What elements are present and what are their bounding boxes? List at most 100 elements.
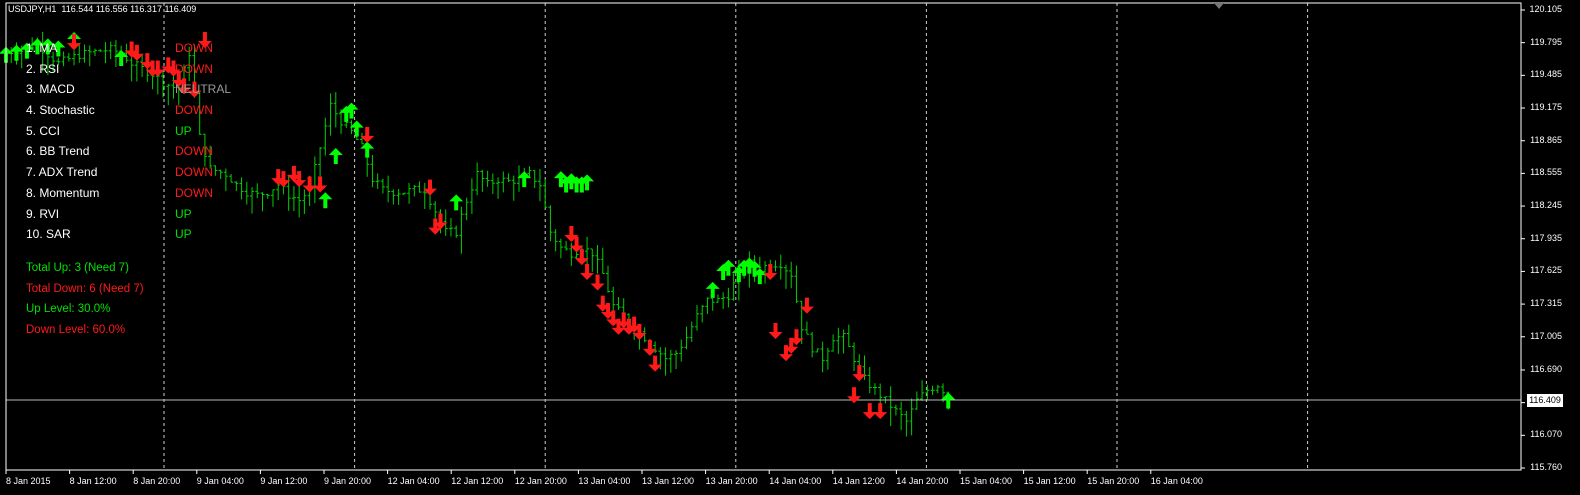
ohlc-bar	[532, 169, 537, 189]
time-tick-label: 16 Jan 04:00	[1150, 476, 1203, 486]
ohlc-bar	[250, 187, 255, 214]
ohlc-bar	[396, 188, 401, 206]
time-tick-label: 14 Jan 04:00	[769, 476, 822, 486]
ohlc-bar	[92, 48, 97, 57]
ohlc-bar	[705, 297, 710, 314]
ohlc-bar	[323, 117, 328, 156]
indicator-name: 3. MACD	[26, 82, 75, 97]
ohlc-bar	[265, 193, 270, 199]
ohlc-bar	[914, 391, 919, 410]
price-bars	[4, 31, 951, 437]
ohlc-bar	[731, 273, 736, 301]
ohlc-bar	[260, 192, 265, 212]
ohlc-bar	[810, 331, 815, 358]
ohlc-bar	[454, 225, 459, 238]
ohlc-bar	[585, 236, 590, 268]
ohlc-bar	[370, 154, 375, 188]
price-tick-label: 118.555	[1530, 167, 1562, 178]
time-tick-label: 8 Jan 20:00	[133, 476, 181, 486]
up-arrow-icon	[318, 192, 333, 209]
price-tick-label: 119.795	[1530, 36, 1562, 47]
ohlc-bar	[412, 185, 417, 197]
time-tick-label: 13 Jan 20:00	[705, 476, 758, 486]
total-up: Total Up: 3 (Need 7)	[26, 262, 129, 274]
ohlc-bar	[904, 410, 909, 437]
time-tick-label: 9 Jan 04:00	[196, 476, 244, 486]
ohlc-bar	[401, 192, 406, 196]
indicator-status: DOWN	[175, 185, 213, 200]
time-tick-label: 13 Jan 04:00	[578, 476, 631, 486]
ohlc-bar	[140, 53, 145, 77]
price-tick-label: 118.865	[1530, 134, 1562, 145]
time-tick-label: 15 Jan 04:00	[960, 476, 1013, 486]
time-tick-label: 15 Jan 20:00	[1087, 476, 1140, 486]
chart-title: USDJPY,H1 116.544 116.556 116.317 116.40…	[8, 4, 197, 14]
ohlc-bar	[66, 52, 71, 62]
ohlc-bar	[564, 240, 569, 251]
down-level: Down Level: 60.0%	[26, 324, 126, 337]
time-tick-label: 15 Jan 12:00	[1023, 476, 1076, 486]
ohlc-bar	[893, 404, 898, 416]
ohlc-bar	[297, 185, 302, 218]
price-tick-label: 118.245	[1530, 200, 1562, 211]
down-arrow-icon	[862, 403, 877, 420]
time-tick-label: 14 Jan 20:00	[896, 476, 949, 486]
ohlc-bar	[783, 264, 788, 289]
indicator-status: UP	[175, 206, 192, 221]
time-tick-label: 12 Jan 12:00	[451, 476, 504, 486]
ohlc-bar	[375, 173, 380, 189]
total-down: Total Down: 6 (Need 7)	[26, 282, 144, 295]
indicator-status: DOWN	[175, 144, 213, 159]
ohlc-bar	[930, 385, 935, 396]
time-tick-label: 8 Jan 2015	[6, 476, 51, 486]
ohlc-bar	[469, 178, 474, 214]
ohlc-bar	[166, 84, 171, 106]
scroll-marker-icon[interactable]	[1214, 3, 1224, 9]
ohlc-bar	[715, 294, 720, 303]
down-arrow-icon	[768, 322, 783, 339]
ohlc-bar	[841, 329, 846, 354]
ohlc-bar	[925, 384, 930, 401]
ohlc-bar	[773, 260, 778, 272]
ohlc-bar	[459, 206, 464, 254]
ohlc-bar	[778, 254, 783, 280]
ohlc-bar	[407, 182, 412, 204]
ohlc-bar	[448, 217, 453, 237]
ohlc-bar	[600, 247, 605, 274]
indicator-name: 10. SAR	[26, 227, 71, 242]
indicator-status: DOWN	[175, 41, 213, 55]
ohlc-bar	[103, 42, 108, 64]
ohlc-bar	[480, 169, 485, 192]
indicator-name: 8. Momentum	[26, 185, 100, 200]
ohlc-bar	[87, 45, 92, 67]
ohlc-bar	[82, 44, 87, 63]
ohlc-bar	[935, 384, 940, 394]
ohlc-bar	[333, 92, 338, 128]
ohlc-bar	[328, 93, 333, 136]
indicator-status: NEUTRAL	[175, 82, 232, 97]
ohlc-bar	[213, 165, 218, 176]
ohlc-bar	[595, 245, 600, 274]
indicator-name: 9. RVI	[26, 206, 60, 221]
ohlc-bar	[804, 321, 809, 335]
time-tick-label: 9 Jan 12:00	[260, 476, 308, 486]
down-arrow-icon	[590, 274, 605, 291]
price-chart[interactable]	[0, 0, 1580, 495]
ohlc-bar	[684, 326, 689, 350]
ohlc-bar	[234, 181, 239, 192]
ohlc-bar	[831, 334, 836, 352]
ohlc-bar	[872, 383, 877, 395]
ohlc-bar	[61, 51, 66, 67]
ohlc-bar	[611, 286, 616, 311]
indicator-name: 6. BB Trend	[26, 144, 90, 159]
ohlc-bar	[794, 265, 799, 304]
indicator-status: DOWN	[175, 165, 213, 180]
ohlc-bar	[590, 248, 595, 272]
indicator-status: DOWN	[175, 61, 213, 76]
ohlc-bar	[789, 261, 794, 289]
ohlc-bar	[888, 386, 893, 427]
ohlc-bar	[663, 347, 668, 376]
ohlc-bar	[72, 50, 77, 66]
ohlc-bar	[239, 177, 244, 200]
price-tick-label: 119.175	[1530, 102, 1562, 113]
